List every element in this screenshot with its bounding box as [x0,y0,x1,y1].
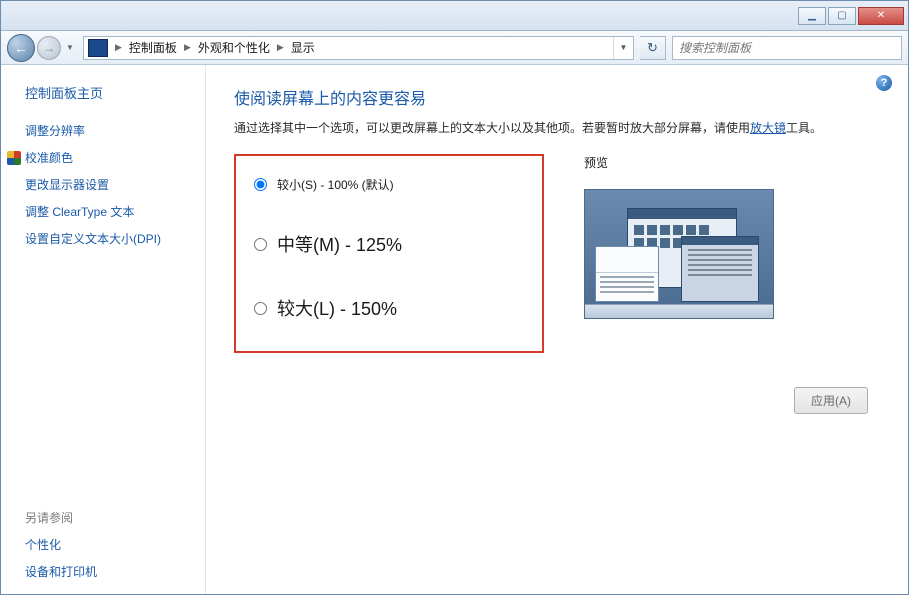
maximize-button[interactable]: ▢ [828,7,856,25]
sidebar-link-calibrate-color[interactable]: 校准颜色 [25,149,205,166]
breadcrumb-display[interactable]: 显示 [287,37,319,59]
help-icon[interactable]: ? [876,75,892,91]
breadcrumb-appearance[interactable]: 外观和个性化 [194,37,274,59]
apply-button[interactable]: 应用(A) [794,387,868,414]
close-button[interactable]: ✕ [858,7,904,25]
preview-image[interactable] [584,189,774,319]
back-button[interactable]: ← [7,34,35,62]
radio-large-label: 较大(L) - 150% [277,295,397,321]
breadcrumb-sep-icon[interactable]: ▶ [274,42,287,53]
radio-small-input[interactable] [254,178,267,191]
window-titlebar: ▁ ▢ ✕ [1,1,908,31]
preview-startmenu-icon [595,246,659,302]
sidebar: 控制面板主页 调整分辨率 校准颜色 更改显示器设置 调整 ClearType 文… [1,65,206,594]
refresh-button[interactable]: ↻ [640,36,666,60]
address-dropdown-icon[interactable]: ▼ [613,37,633,59]
dpi-options-group: 较小(S) - 100% (默认) 中等(M) - 125% 较大(L) - 1… [234,154,544,353]
main-content: ? 使阅读屏幕上的内容更容易 通过选择其中一个选项，可以更改屏幕上的文本大小以及… [206,65,908,594]
radio-small-label: 较小(S) - 100% (默认) [277,176,394,193]
preview-label: 预览 [584,154,774,171]
breadcrumb-sep-icon[interactable]: ▶ [112,42,125,53]
address-bar[interactable]: ▶ 控制面板 ▶ 外观和个性化 ▶ 显示 ▼ [83,36,634,60]
page-description: 通过选择其中一个选项，可以更改屏幕上的文本大小以及其他项。若要暂时放大部分屏幕，… [234,119,880,138]
see-also-heading: 另请参阅 [25,509,205,526]
radio-option-medium[interactable]: 中等(M) - 125% [254,231,518,257]
page-title: 使阅读屏幕上的内容更容易 [234,85,880,109]
radio-medium-input[interactable] [254,238,267,251]
sidebar-link-custom-dpi[interactable]: 设置自定义文本大小(DPI) [25,230,205,247]
control-panel-icon [88,39,108,57]
minimize-button[interactable]: ▁ [798,7,826,25]
control-panel-home-link[interactable]: 控制面板主页 [25,83,205,102]
preview-taskbar-icon [585,304,773,318]
navigation-bar: ← → ▼ ▶ 控制面板 ▶ 外观和个性化 ▶ 显示 ▼ ↻ [1,31,908,65]
sidebar-link-resolution[interactable]: 调整分辨率 [25,122,205,139]
breadcrumb-sep-icon[interactable]: ▶ [181,42,194,53]
sidebar-link-cleartype[interactable]: 调整 ClearType 文本 [25,203,205,220]
forward-button[interactable]: → [37,36,61,60]
radio-large-input[interactable] [254,302,267,315]
radio-option-small[interactable]: 较小(S) - 100% (默认) [254,176,518,193]
magnifier-link[interactable]: 放大镜 [750,121,786,135]
preview-window-icon [681,236,759,302]
see-also-devices-printers[interactable]: 设备和打印机 [25,563,205,580]
search-input[interactable] [672,36,902,60]
radio-option-large[interactable]: 较大(L) - 150% [254,295,518,321]
sidebar-link-display-settings[interactable]: 更改显示器设置 [25,176,205,193]
see-also-personalization[interactable]: 个性化 [25,536,205,553]
radio-medium-label: 中等(M) - 125% [277,231,402,257]
history-dropdown[interactable]: ▼ [63,36,77,60]
breadcrumb-control-panel[interactable]: 控制面板 [125,37,181,59]
